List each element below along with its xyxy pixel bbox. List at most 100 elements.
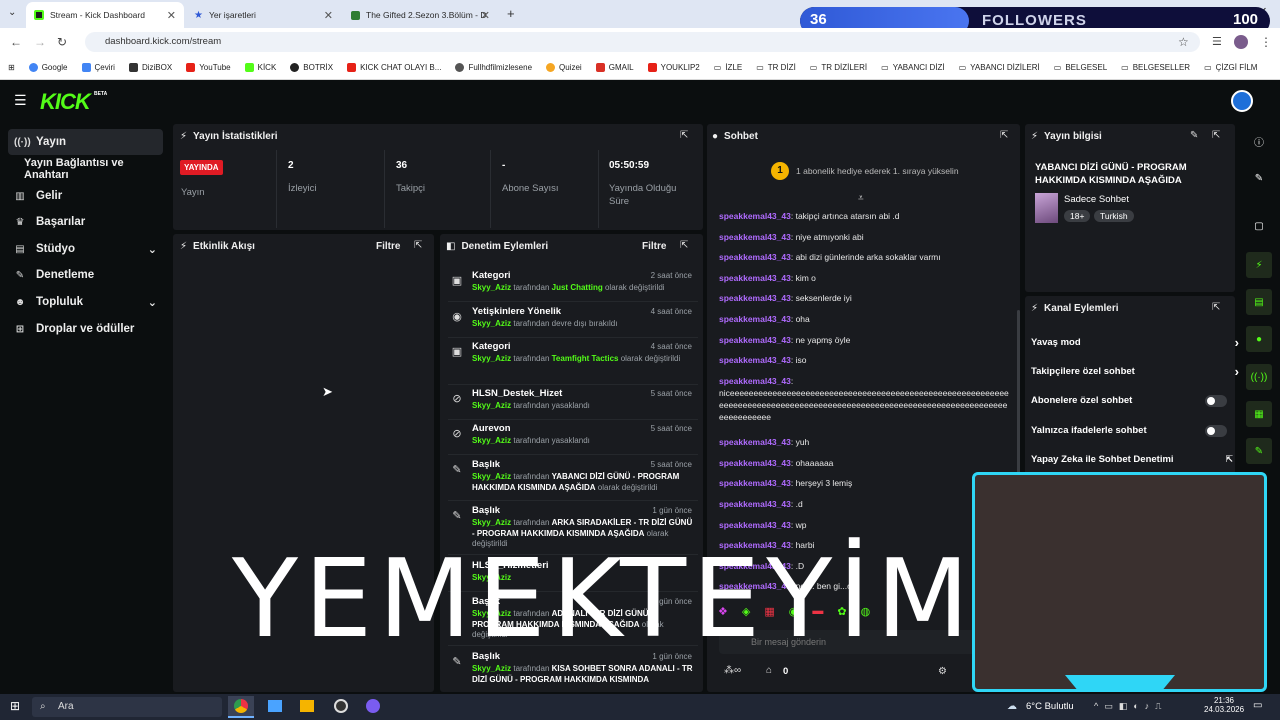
bookmark-dizibox[interactable]: DiziBOX	[128, 63, 172, 72]
chat-message[interactable]: speakkemal43_43: oha	[719, 313, 1009, 325]
reload-icon[interactable]: ↻	[57, 35, 67, 49]
broadcast-action-icon[interactable]: ((·))	[1246, 364, 1272, 390]
url-field[interactable]: dashboard.kick.com/stream	[85, 32, 1200, 52]
audit-row[interactable]: ⊘ Aurevon 5 saat önce Skyy_Aziz tarafınd…	[448, 423, 698, 455]
chat-username[interactable]: speakkemal43_43	[719, 335, 791, 345]
chat-message[interactable]: speakkemal43_43: ohaaaaaa	[719, 457, 1009, 469]
followers-only-action[interactable]: Takipçilere özel sohbet ›	[1031, 364, 1239, 379]
chat-message[interactable]: speakkemal43_43: .d	[719, 498, 1009, 510]
tab-the-gifted[interactable]: The Gifted 2.Sezon 3.Bölüm - D ✕	[343, 2, 498, 28]
tab-search-icon[interactable]: ⌄	[8, 7, 16, 18]
chat-message[interactable]: speakkemal43_43: yuh	[719, 436, 1009, 448]
chat-message[interactable]: speakkemal43_43: ne yapmş öyle	[719, 334, 1009, 346]
chat-message[interactable]: speakkemal43_43: seksenlerde iyi	[719, 292, 1009, 304]
bookmark-folder-tr-dizileri[interactable]: ▭ TR DİZİLERİ	[810, 63, 867, 72]
popout-icon[interactable]: ⇱	[1000, 130, 1008, 141]
chat-message[interactable]: speakkemal43_43: wp	[719, 519, 1009, 531]
chat-username[interactable]: speakkemal43_43	[719, 520, 791, 530]
audit-row[interactable]: ◉ Yetişkinlere Yönelik 4 saat önce Skyy_…	[448, 306, 698, 338]
chat-username[interactable]: speakkemal43_43	[719, 355, 791, 365]
bookmark-youtube[interactable]: YouTube	[186, 63, 231, 72]
settings-gear-icon[interactable]: ⚙	[938, 666, 947, 677]
layout-icon[interactable]: ▢	[1246, 213, 1272, 239]
windows-start-icon[interactable]: ⊞	[10, 699, 20, 713]
profile-avatar[interactable]	[1234, 35, 1248, 49]
sidebar-item-droplar[interactable]: ⊞ Droplar ve ödüller	[8, 316, 163, 342]
file-explorer-icon[interactable]	[268, 700, 282, 712]
hamburger-menu-icon[interactable]: ☰	[14, 92, 27, 109]
emote-only-toggle[interactable]	[1205, 425, 1227, 437]
chat-username[interactable]: speakkemal43_43	[719, 252, 791, 262]
chat-username[interactable]: speakkemal43_43	[719, 499, 791, 509]
bookmark-botrix[interactable]: BOTRİX	[290, 63, 333, 72]
chat-username[interactable]: speakkemal43_43	[719, 437, 791, 447]
chat-username[interactable]: speakkemal43_43	[719, 232, 791, 242]
apps-icon[interactable]: ⊞	[8, 63, 15, 72]
infinity-points-icon[interactable]: ⁂∞	[724, 665, 741, 676]
sidebar-item-basarilar[interactable]: ♛ Başarılar	[8, 209, 163, 235]
audit-row[interactable]: ⊘ HLSN_Destek_Hizet 5 saat önce Skyy_Azi…	[448, 388, 698, 420]
chat-username[interactable]: speakkemal43_43	[719, 293, 791, 303]
info-icon[interactable]: ⓘ	[1246, 128, 1272, 154]
popout-icon[interactable]: ⇱	[680, 130, 688, 141]
taskbar-search-box[interactable]: ⌕ Ara	[32, 697, 222, 717]
popout-icon[interactable]: ⇱	[680, 240, 688, 251]
chat-action-icon[interactable]: ●	[1246, 326, 1272, 352]
bookmark-folder-belgeseller[interactable]: ▭ BELGESELLER	[1121, 63, 1190, 72]
sidebar-item-yayin[interactable]: ((·)) Yayın	[8, 129, 163, 155]
back-icon[interactable]: ←	[10, 35, 22, 49]
chat-username[interactable]: speakkemal43_43	[719, 211, 791, 221]
chat-message[interactable]: speakkemal43_43: iso	[719, 354, 1009, 366]
reading-list-icon[interactable]: ☰	[1212, 35, 1222, 48]
edit-pencil-icon[interactable]: ✎	[1190, 130, 1198, 141]
bookmark-folder-yabanci-dizi[interactable]: ▭ YABANCI DİZİ	[881, 63, 944, 72]
bookmark-google[interactable]: Google	[28, 63, 68, 72]
chat-message[interactable]: speakkemal43_43: niye atmıyonki abi	[719, 231, 1009, 243]
bookmark-kick[interactable]: KİCK	[244, 63, 276, 72]
edit-icon[interactable]: ✎	[1246, 165, 1272, 191]
weather-text[interactable]: 6°C Bulutlu	[1026, 701, 1074, 712]
audit-row[interactable]: ▣ Kategori 4 saat önce Skyy_Aziz tarafın…	[448, 341, 698, 385]
chat-message[interactable]: speakkemal43_43: herşeyi 3 lemiş	[719, 477, 1009, 489]
bookmark-youklip[interactable]: YOUKLIP2	[647, 63, 700, 72]
sidebar-item-stream-key[interactable]: Yayın Bağlantısı ve Anahtarı	[18, 156, 170, 182]
database-icon[interactable]: ▦	[1246, 401, 1272, 427]
popout-icon[interactable]: ⇱	[1212, 302, 1220, 313]
bookmark-ceviri[interactable]: Çeviri	[81, 63, 115, 72]
chat-message[interactable]: speakkemal43_43: takipçi artınca atarsın…	[719, 210, 1009, 222]
system-tray-icons[interactable]: ^▭◧◐♪⎍	[1094, 701, 1167, 712]
ai-moderation-action[interactable]: Yapay Zeka ile Sohbet Denetimi ⇱	[1031, 454, 1233, 465]
audit-filter-button[interactable]: Filtre	[642, 241, 666, 252]
category-name[interactable]: Sadece Sohbet	[1064, 194, 1129, 205]
bookmark-star-icon[interactable]: ☆	[1178, 35, 1189, 49]
app-icon[interactable]	[366, 699, 380, 713]
user-avatar[interactable]	[1231, 90, 1253, 112]
chat-message[interactable]: speakkemal43_43: niceeeeeeeeeeeeeeeeeeee…	[719, 375, 1009, 423]
clock[interactable]: 21:36 24.03.2026	[1204, 696, 1244, 714]
bookmark-gmail[interactable]: GMAIL	[595, 63, 634, 72]
bookmark-folder-cizgi-film[interactable]: ▭ ÇİZGİ FİLM	[1204, 63, 1257, 72]
forward-icon[interactable]: →	[34, 35, 46, 49]
gift-sub-prompt[interactable]: 1 abonelik hediye ederek 1. sıraya yükse…	[796, 166, 959, 176]
subs-only-toggle[interactable]	[1205, 395, 1227, 407]
browser-menu-icon[interactable]: ⋮	[1260, 35, 1272, 49]
store-icon[interactable]: ⌂	[766, 665, 772, 676]
bookmark-kick-chat[interactable]: KICK CHAT OLAYI B...	[347, 63, 441, 72]
lightning-action-icon[interactable]: ⚡	[1246, 252, 1272, 278]
chrome-taskbar-icon[interactable]	[228, 696, 254, 718]
sidebar-item-denetleme[interactable]: ✎ Denetleme	[8, 262, 163, 288]
chat-username[interactable]: speakkemal43_43	[719, 314, 791, 324]
chat-username[interactable]: speakkemal43_43	[719, 478, 791, 488]
chevron-down-icon[interactable]: ⩡	[858, 193, 864, 204]
bookmark-fullhd[interactable]: Fullhdfilmizlesene	[455, 63, 532, 72]
slow-mode-action[interactable]: Yavaş mod ›	[1031, 335, 1239, 350]
audit-row[interactable]: ✎ Başlık 5 saat önce Skyy_Aziz tarafında…	[448, 459, 698, 501]
chat-message[interactable]: speakkemal43_43: abi dizi günlerinde ark…	[719, 251, 1009, 263]
bookmark-folder-tr-dizi[interactable]: ▭ TR DİZİ	[756, 63, 796, 72]
sidebar-item-studyo[interactable]: ▤ Stüdyo ⌄	[8, 236, 163, 262]
activity-filter-button[interactable]: Filtre	[376, 241, 400, 252]
popout-icon[interactable]: ⇱	[414, 240, 422, 251]
bookmark-folder-izle[interactable]: ▭ İZLE	[714, 63, 742, 72]
bookmark-folder-belgesel[interactable]: ▭ BELGESEL	[1054, 63, 1107, 72]
notifications-icon[interactable]: ▭	[1253, 700, 1262, 711]
